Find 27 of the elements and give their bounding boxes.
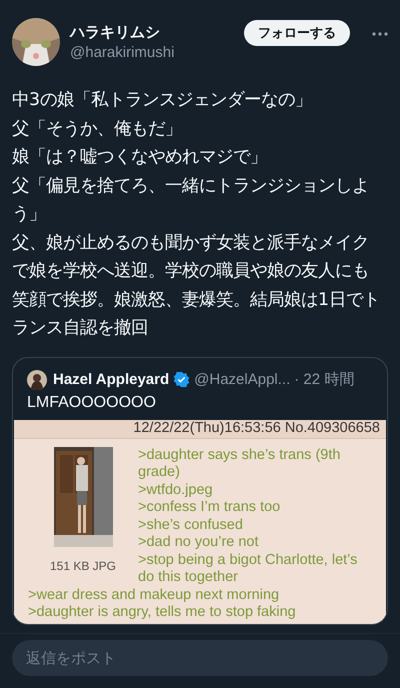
file-info: 151 KB JPG <box>50 558 116 572</box>
tweet-text: 中3の娘「私トランスジェンダーなの」 <box>12 89 314 112</box>
tweet-text: 父、娘が止めるのも聞かず女装と派手なメイクで娘を学校へ送迎。学校の職員や娘の友人にも笑顔で挨拶。娘激怒、妻爆笑。結局娘は1日でトランス自認を撤回 <box>12 232 382 340</box>
reply-field[interactable]: 返信をポスト <box>12 640 388 676</box>
quote-avatar <box>27 370 47 390</box>
quote-text: LMFAOOOOOOO <box>26 392 157 412</box>
greentext-line: >wear dress and makeup next morning <box>28 586 280 604</box>
tweet-text: 父「偏見を捨てろ、一緒にトランジションしよう」 <box>12 174 370 226</box>
greentext-line: >she’s confused <box>138 516 244 534</box>
follow-button[interactable]: フォローする <box>244 20 350 46</box>
greentext-line: >daughter is angry, tells me to stop faking <box>28 604 297 622</box>
greentext-line: >wtfdo.jpeg <box>138 482 214 499</box>
greentext-line: >confess I’m trans too <box>138 499 282 516</box>
more-icon[interactable] <box>372 32 388 36</box>
author-name: ハラキリムシ <box>70 23 161 42</box>
greentext-line: >stop being a bigot Charlotte, let’s do this together <box>138 552 358 586</box>
tweet-text: 父「そうか、俺もだ」 <box>12 118 183 140</box>
quote-author-name: Hazel Appleyard <box>53 371 170 388</box>
quote-author-handle: @HazelAppl... <box>194 371 290 388</box>
post-time: · 22 時間 <box>294 370 354 389</box>
quoted-post[interactable] <box>12 356 388 624</box>
tweet-text: 娘「は？嘘つくなやめれマジで」 <box>12 146 268 169</box>
post-header: 12/22/22(Thu)16:53:56 No.409306658 <box>14 420 386 438</box>
greentext-line: >daughter says she’s trans (9th grade) <box>138 446 342 482</box>
avatar[interactable] <box>12 18 60 66</box>
greentext-line: >dad no you’re not <box>138 534 260 552</box>
author-handle: @harakirimushi <box>70 44 176 61</box>
